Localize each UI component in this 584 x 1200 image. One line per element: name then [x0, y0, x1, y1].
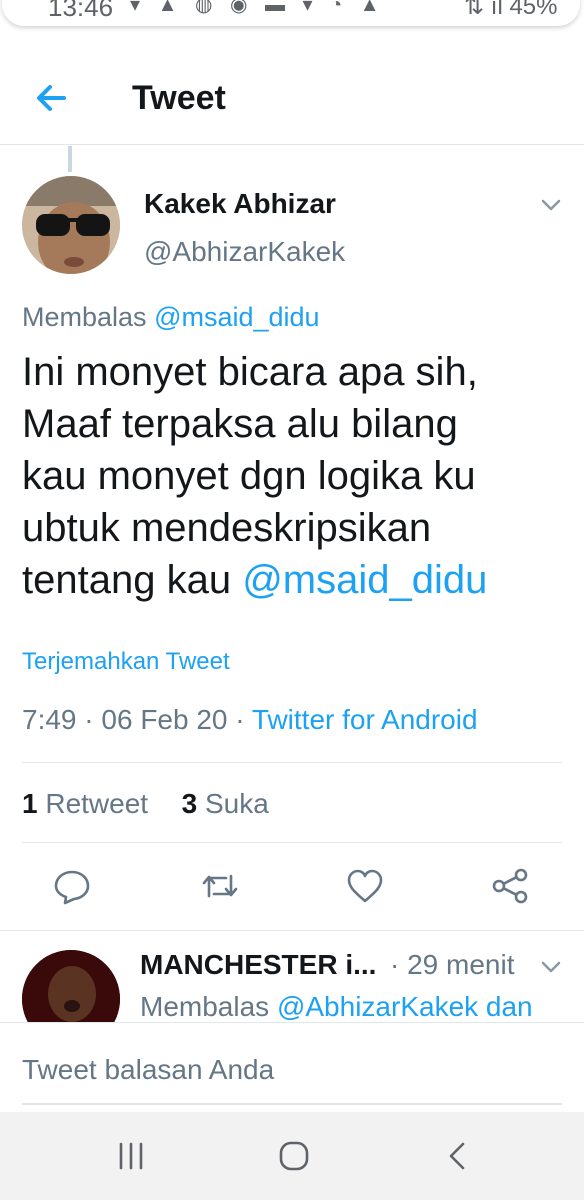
reply-time: · 29 menit — [390, 949, 515, 980]
retweet-label: Retweet — [45, 788, 149, 819]
translate-tweet-link[interactable]: Terjemahkan Tweet — [22, 646, 230, 678]
composer-underline — [22, 1103, 562, 1105]
reply-composer: Tweet balasan Anda — [0, 1022, 584, 1113]
recent-apps-icon — [119, 1142, 143, 1170]
system-nav-bar — [0, 1112, 584, 1200]
status-time: 13:46 — [48, 0, 114, 22]
reply-icon — [54, 870, 90, 905]
reply-mentions-link[interactable]: @AbhizarKakek dan — [277, 991, 533, 1022]
page-title: Tweet — [132, 79, 226, 117]
share-button[interactable] — [490, 866, 530, 906]
tweet-date: 06 Feb 20 — [101, 704, 228, 735]
like-label: Suka — [205, 788, 269, 819]
battery-percent: 45% — [509, 0, 558, 20]
author-handle[interactable]: @AbhizarKakek — [144, 236, 345, 268]
reply-options-button[interactable] — [538, 954, 564, 980]
reply-prefix: Membalas — [140, 991, 270, 1022]
reply-context: Membalas @AbhizarKakek dan — [140, 990, 533, 1024]
section-divider — [0, 930, 584, 931]
thread-connector — [68, 146, 72, 172]
tweet-source-link[interactable]: Twitter for Android — [252, 704, 478, 735]
back-arrow-icon — [37, 85, 66, 111]
like-stat[interactable]: 3 Suka — [182, 788, 269, 819]
reply-author-name[interactable]: MANCHESTER i... — [140, 948, 376, 982]
meta-separator: · — [235, 704, 245, 735]
recent-apps-button[interactable] — [111, 1136, 151, 1176]
reply-input[interactable]: Tweet balasan Anda — [22, 1053, 274, 1087]
avatar-photo — [22, 176, 120, 274]
app-header: Tweet — [0, 44, 584, 145]
reply-context: Membalas @msaid_didu — [22, 300, 320, 334]
retweet-stat[interactable]: 1 Retweet — [22, 788, 148, 819]
tweet-text: Ini monyet bicara apa sih, Maaf terpaksa… — [22, 346, 567, 606]
chevron-down-icon — [541, 199, 561, 211]
reply-button[interactable] — [52, 866, 92, 906]
notification-icons: ▾ ▲ ◍ ◉ ▬ ▾ ◔ ▲ — [130, 0, 386, 16]
chevron-down-icon — [541, 961, 561, 973]
like-icon — [347, 869, 383, 903]
tweet-mention-link[interactable]: @msaid_didu — [242, 558, 487, 602]
avatar[interactable] — [22, 176, 120, 274]
home-button[interactable] — [274, 1136, 314, 1176]
tweet-meta: 7:49 · 06 Feb 20 · Twitter for Android — [22, 702, 478, 738]
author-name[interactable]: Kakek Abhizar — [144, 188, 336, 220]
tweet-time: 7:49 — [22, 704, 77, 735]
reply-prefix: Membalas — [22, 302, 147, 332]
reply-mention-link[interactable]: @msaid_didu — [154, 302, 320, 332]
share-icon — [492, 868, 528, 904]
home-icon — [279, 1141, 309, 1171]
meta-separator: · — [84, 704, 94, 735]
tweet-options-button[interactable] — [538, 192, 564, 218]
status-bar: 13:46 ▾ ▲ ◍ ◉ ▬ ▾ ◔ ▲ ⇅ ıl 45% — [0, 0, 584, 40]
retweet-button[interactable] — [200, 866, 240, 906]
battery-level: ⇅ ıl 45% — [464, 0, 558, 20]
like-count: 3 — [181, 788, 198, 819]
divider — [22, 762, 562, 763]
divider — [22, 842, 562, 843]
nav-back-icon — [449, 1142, 465, 1170]
tweet-stats: 1 Retweet 3 Suka — [22, 786, 269, 822]
retweet-icon — [202, 874, 238, 898]
retweet-count: 1 — [22, 788, 38, 819]
nav-back-button[interactable] — [438, 1136, 478, 1176]
back-button[interactable] — [28, 74, 76, 122]
like-button[interactable] — [345, 866, 385, 906]
